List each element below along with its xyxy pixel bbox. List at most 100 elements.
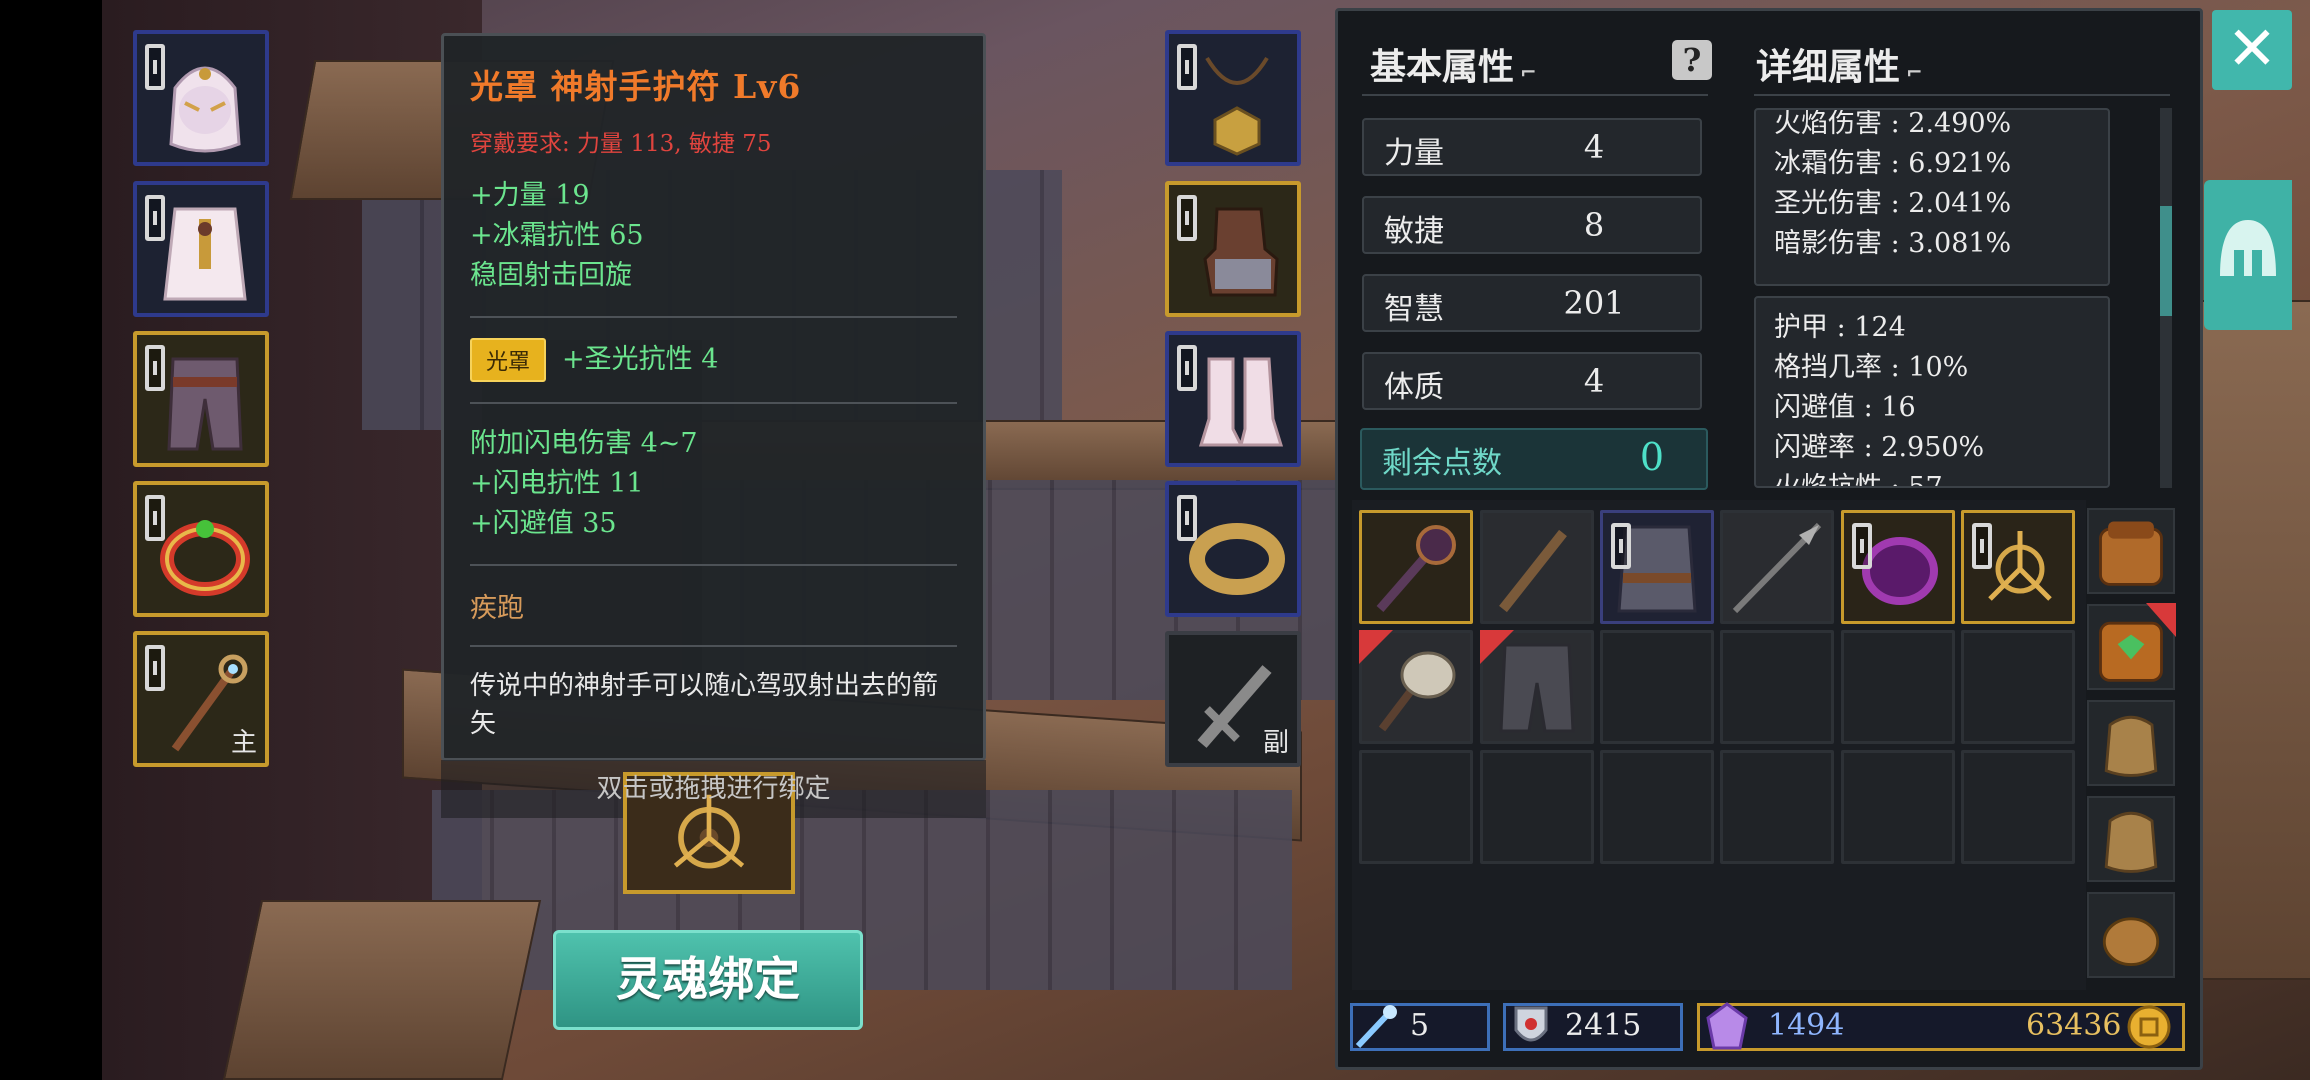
basic-attributes-label: 基本属性 <box>1370 46 1515 88</box>
remaining-points-label: 剩余点数 <box>1382 446 1502 481</box>
pouch-icon <box>2104 715 2158 777</box>
stat-label: 敏捷 <box>1384 214 1444 249</box>
leather-pants-icon <box>167 357 243 451</box>
damage-stat: 冰霜伤害 : 6.921% <box>1774 148 2012 179</box>
crystal-count: 1494 <box>1768 1008 1845 1043</box>
equipment-tab[interactable] <box>2204 180 2292 330</box>
inventory-slot-empty[interactable] <box>1841 750 1955 864</box>
magic-stat: +闪电抗性 11 <box>470 468 644 499</box>
equip-slot-pants[interactable] <box>133 331 269 467</box>
inventory-item[interactable] <box>1841 510 1955 624</box>
item-skill: 疾跑 <box>470 593 524 624</box>
helmet-icon <box>2220 220 2276 276</box>
item-title: 光罩 神射手护符 Lv6 <box>470 67 802 106</box>
inventory-item[interactable] <box>1961 510 2075 624</box>
help-icon[interactable]: ? <box>1672 40 1712 80</box>
item-tooltip: 光罩 神射手护符 Lv6 穿戴要求: 力量 113, 敏捷 75 +力量 19 … <box>441 33 986 761</box>
damage-stats-box[interactable]: 火焰伤害 : 2.490% 冰霜伤害 : 6.921% 圣光伤害 : 2.041… <box>1754 108 2110 286</box>
inventory-slot-empty[interactable] <box>1480 750 1594 864</box>
inventory-item[interactable] <box>1480 630 1594 744</box>
damage-stat: 火焰伤害 : 2.490% <box>1774 108 2012 139</box>
bag-tab-3[interactable] <box>2087 700 2175 786</box>
bind-hint-text: 双击或拖拽进行绑定 <box>596 774 831 804</box>
new-item-flag <box>2146 603 2176 637</box>
item-requirement: 穿戴要求: 力量 113, 敏捷 75 <box>470 131 772 157</box>
equip-slot-gloves[interactable] <box>1165 181 1301 317</box>
lock-icon <box>1611 523 1631 569</box>
detail-attributes-title[interactable]: 详细属性 ⌐ <box>1756 38 1923 90</box>
damage-stat: 暗影伤害 : 3.081% <box>1774 228 2012 259</box>
bag-tab-1[interactable] <box>2087 508 2175 594</box>
soul-bind-button[interactable]: 灵魂绑定 <box>553 930 863 1030</box>
inventory-item[interactable] <box>1600 510 1714 624</box>
gloves-icon <box>1203 207 1279 297</box>
inventory-slot-empty[interactable] <box>1720 630 1834 744</box>
gem-count: 5 <box>1410 1008 1430 1043</box>
base-stat: +冰霜抗性 65 <box>470 220 644 251</box>
potion-count: 2415 <box>1565 1008 1642 1043</box>
equip-slot-bracelet[interactable] <box>1165 481 1301 617</box>
close-button[interactable]: ✕ <box>2212 10 2292 90</box>
off-hand-label: 副 <box>1262 728 1289 758</box>
equip-slot-boots[interactable] <box>1165 331 1301 467</box>
inventory-slot-empty[interactable] <box>1359 750 1473 864</box>
equip-slot-off-weapon[interactable]: 副 <box>1165 631 1301 767</box>
inventory-item[interactable] <box>1720 510 1834 624</box>
inventory-slot-empty[interactable] <box>1720 750 1834 864</box>
main-hand-label: 主 <box>230 728 257 758</box>
shield-crest-icon <box>1514 1006 1548 1042</box>
stat-value: 4 <box>1583 362 1605 400</box>
magic-wand-icon <box>1355 1005 1397 1049</box>
stat-row-agility: 敏捷 8 <box>1362 196 1702 254</box>
inventory-slot-empty[interactable] <box>1961 750 2075 864</box>
equip-slot-amulet[interactable] <box>1165 30 1301 166</box>
bracelet-icon <box>1189 523 1285 595</box>
inventory-item[interactable] <box>1359 510 1473 624</box>
equip-slot-chest[interactable] <box>133 181 269 317</box>
detail-scrollbar-thumb[interactable] <box>2160 206 2172 316</box>
divider <box>470 564 957 566</box>
bag-tab-5[interactable] <box>2087 892 2175 978</box>
inventory-slot-empty[interactable] <box>1961 630 2075 744</box>
stat-value: 201 <box>1563 284 1625 322</box>
defense-stats-box[interactable]: 护甲 : 124 格挡几率 : 10% 闪避值 : 16 闪避率 : 2.950… <box>1754 296 2110 488</box>
stat-row-constitution: 体质 4 <box>1362 352 1702 410</box>
necklace-icon <box>1205 56 1269 156</box>
gold-coin-icon <box>2127 1005 2171 1049</box>
helmet-icon <box>169 66 241 153</box>
stat-row-strength: 力量 4 <box>1362 118 1702 176</box>
inventory-item[interactable] <box>1359 630 1473 744</box>
remaining-points-row: 剩余点数 0 <box>1360 428 1708 490</box>
magic-stat: +闪避值 35 <box>470 508 617 539</box>
inventory-slot-empty[interactable] <box>1600 630 1714 744</box>
gold-count: 63436 <box>2026 1008 2122 1043</box>
magic-stat: 附加闪电伤害 4~7 <box>470 428 698 459</box>
club-icon <box>1499 529 1567 613</box>
stat-label: 体质 <box>1384 370 1444 405</box>
backpack-icon <box>2099 521 2163 586</box>
inventory-item[interactable] <box>1480 510 1594 624</box>
gloss-badge: 光罩 <box>470 338 547 382</box>
inventory-slot-empty[interactable] <box>1600 750 1714 864</box>
basic-attributes-title[interactable]: 基本属性 ⌐ <box>1370 38 1537 90</box>
equip-slot-main-weapon[interactable]: 主 <box>133 631 269 767</box>
defense-stat: 闪避值 : 16 <box>1774 392 1916 423</box>
stat-value: 4 <box>1583 128 1605 166</box>
bag-tab-2[interactable] <box>2087 603 2176 690</box>
inventory-slot-empty[interactable] <box>1841 630 1955 744</box>
base-stat: +力量 19 <box>470 180 590 211</box>
divider <box>470 645 957 647</box>
bag-tab-4[interactable] <box>2087 796 2175 882</box>
stat-label: 力量 <box>1384 136 1444 171</box>
robe-icon <box>163 207 247 301</box>
caret-icon: ⌐ <box>1520 60 1537 84</box>
gloss-stat: +圣光抗性 4 <box>562 344 719 375</box>
pouch-icon <box>2104 811 2158 873</box>
new-item-flag <box>1359 630 1393 664</box>
caret-icon: ⌐ <box>1906 60 1923 84</box>
equip-slot-helmet[interactable] <box>133 30 269 166</box>
ring-icon <box>160 520 250 596</box>
defense-stat: 闪避率 : 2.950% <box>1774 432 1985 463</box>
equip-slot-ring[interactable] <box>133 481 269 617</box>
detail-attributes-label: 详细属性 <box>1756 46 1901 88</box>
